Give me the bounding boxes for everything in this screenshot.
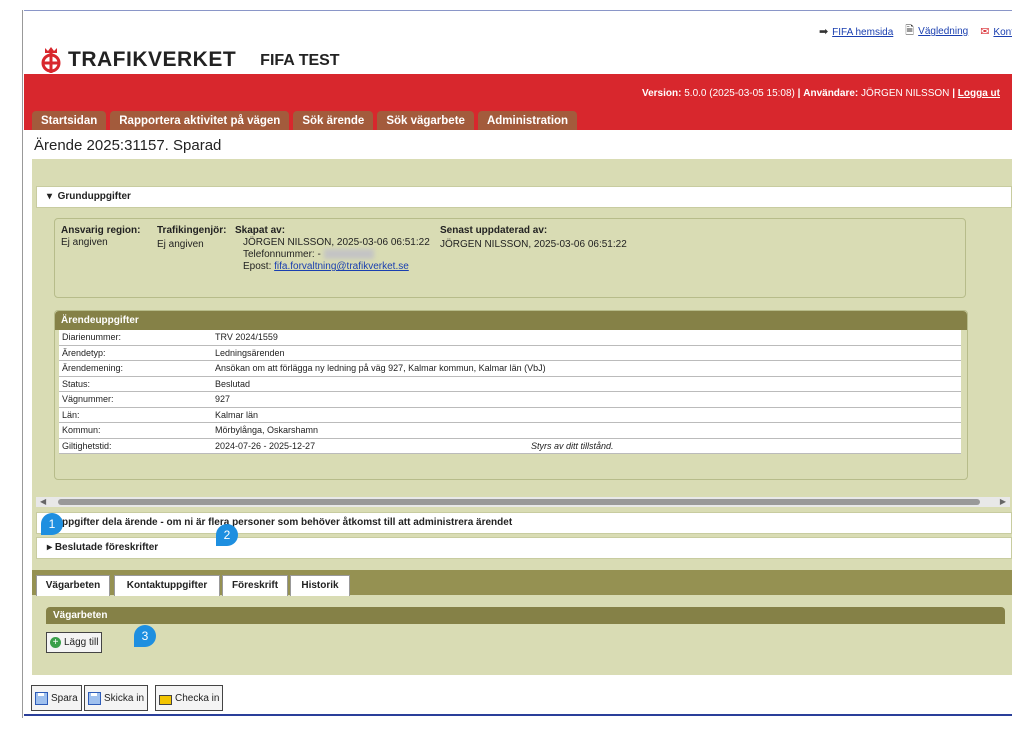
save-icon (35, 691, 48, 705)
scroll-right-icon[interactable]: ▶ (1000, 497, 1006, 506)
brand-name: TRAFIKVERKET (68, 48, 237, 71)
link-vagledning[interactable]: 🗎 Vägledning (905, 22, 968, 41)
horizontal-scrollbar[interactable]: ◀ ▶ (36, 497, 1010, 507)
version-info: Version: 5.0.0 (2025-03-05 15:08) | Anvä… (641, 88, 1000, 99)
left-border (22, 10, 23, 718)
tab-foreskrift[interactable]: Föreskrift (222, 575, 288, 596)
save-button[interactable]: Spara (31, 685, 82, 711)
scroll-left-icon[interactable]: ◀ (40, 497, 46, 506)
nav-tab-startsidan[interactable]: Startsidan (32, 111, 107, 132)
lock-icon (159, 694, 172, 705)
scroll-thumb[interactable] (58, 499, 980, 505)
callout-marker-2: 2 (216, 524, 238, 546)
grunduppgifter-box: Ansvarig region: Ej angiven Trafikingenj… (54, 218, 966, 298)
logo: TRAFIKVERKET FIFA TEST (38, 45, 340, 75)
vagarbeten-header: Vägarbeten (46, 607, 1005, 624)
action-bar: Spara Skicka in Checka in (24, 675, 1012, 714)
page-title: Ärende 2025:31157. Sparad (32, 130, 1012, 159)
main-nav: Startsidan Rapportera aktivitet på vägen… (32, 111, 578, 132)
table-row: Ärendemening: Ansökan om att förlägga ny … (59, 360, 961, 377)
document-icon: 🗎 (905, 25, 915, 37)
section-beslutade-foreskrifter[interactable]: ▸ Beslutade föreskrifter (36, 537, 1012, 559)
table-row: Vägnummer: 927 (59, 391, 961, 408)
section-grunduppgifter[interactable]: ▾ Grunduppgifter (36, 186, 1012, 208)
permit-note: Styrs av ditt tillstånd. (528, 438, 961, 454)
trafikverket-logo-icon (38, 45, 64, 75)
app-frame: ➡ FIFA hemsida 🗎 Vägledning ✉ Kont TRAFIKVE… (24, 10, 1012, 716)
header-bar: Version: 5.0.0 (2025-03-05 15:08) | Anvä… (24, 74, 1012, 132)
callout-marker-3: 3 (134, 625, 156, 647)
table-row: Ärendetyp: Ledningsärenden (59, 345, 961, 361)
table-row: Län: Kalmar län (59, 407, 961, 423)
plus-circle-icon: + (50, 637, 61, 648)
tab-vagarbeten[interactable]: Vägarbeten (36, 575, 110, 596)
logout-link[interactable]: Logga ut (958, 88, 1000, 99)
table-row: Kommun: Mörbylånga, Oskarshamn (59, 422, 961, 439)
table-row: Giltighetstid: 2024-07-26 - 2025-12-27 Sty… (59, 438, 961, 454)
caret-down-icon: ▾ (47, 191, 53, 202)
bottom-tabs: Vägarbeten Kontaktuppgifter Föreskrift H… (32, 570, 1012, 596)
tab-historik[interactable]: Historik (290, 575, 350, 596)
details-table: Diarienummer: TRV 2024/1559 Ärendetyp: Led… (59, 330, 961, 454)
main-content: Ärende 2025:31157. Sparad ▾ Grunduppgift… (32, 130, 1012, 675)
nav-tab-administration[interactable]: Administration (477, 111, 578, 132)
nav-tab-sok-vagarbete[interactable]: Sök vägarbete (377, 111, 474, 132)
callout-marker-1: 1 (41, 513, 63, 535)
app-name: FIFA TEST (260, 52, 340, 69)
send-icon (88, 691, 101, 705)
nav-tab-rapportera[interactable]: Rapportera aktivitet på vägen (110, 111, 290, 132)
email-link[interactable]: fifa.forvaltning@trafikverket.se (274, 261, 409, 272)
submit-button[interactable]: Skicka in (84, 685, 149, 711)
caret-right-icon: ▸ (47, 542, 53, 553)
panel-title: Ärendeuppgifter (55, 311, 967, 330)
link-fifa-hemsida[interactable]: ➡ FIFA hemsida (819, 25, 893, 38)
table-row: Status: Beslutad (59, 376, 961, 392)
link-kontakt[interactable]: ✉ Kont (980, 25, 1012, 38)
redacted-phone (323, 249, 374, 260)
nav-tab-sok-arende[interactable]: Sök ärende (293, 111, 374, 132)
arrow-right-icon: ➡ (818, 26, 829, 38)
tab-kontaktuppgifter[interactable]: Kontaktuppgifter (114, 575, 220, 596)
table-row: Diarienummer: TRV 2024/1559 (59, 330, 961, 346)
section-share-arende[interactable]: ▸ Uppgifter dela ärende - om ni är flera… (36, 512, 1012, 534)
mail-icon: ✉ (980, 26, 990, 38)
checkin-button[interactable]: Checka in (155, 685, 224, 711)
arendeuppgifter-panel: Ärendeuppgifter Diarienummer: TRV 2024/15… (54, 310, 968, 480)
add-button[interactable]: + Lägg till (46, 632, 103, 653)
top-links: ➡ FIFA hemsida 🗎 Vägledning ✉ Kont (819, 22, 1012, 41)
